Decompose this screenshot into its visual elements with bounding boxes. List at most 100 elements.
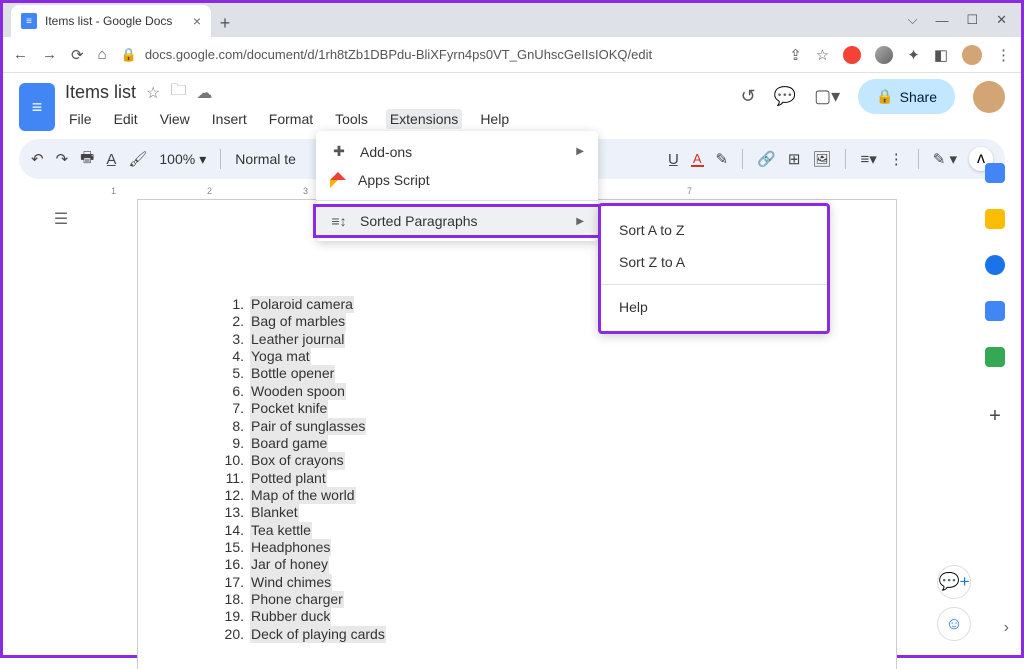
cloud-status-icon[interactable]: ☁	[196, 83, 212, 103]
tasks-addon-icon[interactable]	[985, 255, 1005, 275]
kebab-icon[interactable]: ⋮	[996, 46, 1011, 64]
menu-edit[interactable]: Edit	[110, 109, 142, 129]
menu-help[interactable]: Help	[476, 109, 513, 129]
account-avatar[interactable]	[973, 81, 1005, 113]
more-icon[interactable]: ⋮	[889, 150, 904, 168]
list-item[interactable]: Map of the world	[218, 487, 816, 504]
comments-icon[interactable]: 💬	[774, 86, 796, 107]
menu-view[interactable]: View	[156, 109, 194, 129]
ext-grey-icon[interactable]	[875, 46, 893, 64]
menu-item-sort-help[interactable]: Help	[601, 291, 827, 323]
quick-emoji-icon[interactable]: ☺	[937, 607, 971, 641]
maps-addon-icon[interactable]	[985, 347, 1005, 367]
undo-icon[interactable]: ↶	[31, 150, 44, 168]
reload-icon[interactable]: ⟳	[71, 46, 84, 64]
list-item[interactable]: Jar of honey	[218, 556, 816, 573]
menu-bar: File Edit View Insert Format Tools Exten…	[65, 109, 731, 129]
menu-extensions[interactable]: Extensions	[386, 109, 462, 129]
forward-icon[interactable]: →	[42, 46, 57, 63]
sorted-paragraphs-submenu: Sort A to Z Sort Z to A Help	[598, 203, 830, 334]
history-icon[interactable]: ↺	[741, 86, 756, 107]
docs-logo-icon[interactable]: ≡	[19, 83, 55, 131]
share-url-icon[interactable]: ⇪	[789, 46, 802, 64]
list-item[interactable]: Wind chimes	[218, 574, 816, 591]
menu-tools[interactable]: Tools	[331, 109, 372, 129]
window-chevron-icon[interactable]: ⌵	[908, 12, 918, 28]
browser-tab[interactable]: ≡ Items list - Google Docs ×	[11, 5, 211, 37]
vertical-ruler	[22, 187, 38, 647]
sort-icon: ≡↕	[330, 213, 348, 229]
list-item[interactable]: Pair of sunglasses	[218, 418, 816, 435]
redo-icon[interactable]: ↷	[56, 150, 69, 168]
menu-file[interactable]: File	[65, 109, 96, 129]
list-item[interactable]: Tea kettle	[218, 522, 816, 539]
profile-avatar[interactable]	[962, 45, 982, 65]
list-item[interactable]: Blanket	[218, 504, 816, 521]
sidepanel-icon[interactable]: ◧	[934, 46, 948, 64]
browser-tab-strip: ≡ Items list - Google Docs × + ⌵ — ☐ ✕	[3, 3, 1021, 37]
close-tab-icon[interactable]: ×	[193, 13, 201, 29]
menu-item-apps-script[interactable]: Apps Script	[316, 166, 598, 194]
list-item[interactable]: Board game	[218, 435, 816, 452]
menu-format[interactable]: Format	[265, 109, 317, 129]
extensions-icon[interactable]: ✦	[907, 46, 920, 64]
tab-title: Items list - Google Docs	[45, 14, 172, 28]
zoom-select[interactable]: 100% ▾	[159, 151, 206, 168]
hide-side-panel-icon[interactable]: ›	[1004, 619, 1009, 637]
list-item[interactable]: Wooden spoon	[218, 383, 816, 400]
paint-format-icon[interactable]: 🖌	[128, 150, 147, 168]
menu-insert[interactable]: Insert	[208, 109, 251, 129]
list-item[interactable]: Box of crayons	[218, 452, 816, 469]
maximize-icon[interactable]: ☐	[966, 12, 978, 28]
editing-mode-icon[interactable]: ✎ ▾	[933, 150, 957, 168]
list-item[interactable]: Headphones	[218, 539, 816, 556]
print-icon[interactable]: 🖶	[80, 147, 94, 172]
minimize-icon[interactable]: —	[935, 13, 948, 28]
window-controls: ⌵ — ☐ ✕	[908, 3, 1021, 37]
menu-item-sort-az[interactable]: Sort A to Z	[601, 214, 827, 246]
ext-opera-icon[interactable]	[843, 46, 861, 64]
insert-image-icon[interactable]: 🖼	[812, 150, 831, 168]
list-item[interactable]: Deck of playing cards	[218, 626, 816, 643]
list-item[interactable]: Yoga mat	[218, 348, 816, 365]
text-color-icon[interactable]: A	[691, 152, 704, 167]
underline-icon[interactable]: U̲	[668, 151, 679, 168]
doc-title[interactable]: Items list	[65, 82, 136, 103]
align-icon[interactable]: ≡▾	[860, 150, 876, 168]
contacts-addon-icon[interactable]	[985, 301, 1005, 321]
meet-icon[interactable]: ▢▾	[814, 86, 840, 107]
extensions-dropdown: ✚ Add-ons ▶ Apps Script ≡↕ Sorted Paragr…	[316, 131, 598, 241]
quick-comment-icon[interactable]: 💬+	[937, 565, 971, 599]
spellcheck-icon[interactable]: A̲	[106, 151, 116, 168]
lock-icon: 🔒	[876, 88, 893, 105]
list-item[interactable]: Potted plant	[218, 470, 816, 487]
url-field[interactable]: 🔒 docs.google.com/document/d/1rh8tZb1DBP…	[121, 47, 776, 63]
address-bar: ← → ⟳ ⌂ 🔒 docs.google.com/document/d/1rh…	[3, 37, 1021, 73]
bookmark-icon[interactable]: ☆	[816, 46, 829, 64]
move-icon[interactable]: 🗀	[170, 79, 186, 106]
share-button[interactable]: 🔒 Share	[858, 79, 955, 114]
close-window-icon[interactable]: ✕	[996, 12, 1007, 28]
get-addons-icon[interactable]: +	[989, 405, 1001, 428]
paragraph-style-select[interactable]: Normal te	[235, 151, 296, 167]
menu-item-addons[interactable]: ✚ Add-ons ▶	[316, 137, 598, 166]
home-icon[interactable]: ⌂	[98, 46, 107, 63]
apps-script-icon	[330, 172, 346, 188]
menu-item-sorted-paragraphs[interactable]: ≡↕ Sorted Paragraphs ▶	[313, 204, 601, 238]
calendar-addon-icon[interactable]	[985, 163, 1005, 183]
menu-item-sort-za[interactable]: Sort Z to A	[601, 246, 827, 278]
list-item[interactable]: Pocket knife	[218, 400, 816, 417]
list-item[interactable]: Rubber duck	[218, 608, 816, 625]
list-item[interactable]: Bottle opener	[218, 365, 816, 382]
chevron-right-icon: ▶	[576, 216, 584, 227]
new-tab-button[interactable]: +	[211, 9, 239, 37]
insert-comment-icon[interactable]: ⊞	[788, 150, 801, 168]
document-canvas: ☰ Polaroid cameraBag of marblesLeather j…	[41, 199, 1021, 669]
back-icon[interactable]: ←	[13, 46, 28, 63]
keep-addon-icon[interactable]	[985, 209, 1005, 229]
star-icon[interactable]: ☆	[146, 83, 160, 103]
list-item[interactable]: Phone charger	[218, 591, 816, 608]
document-outline-icon[interactable]: ☰	[47, 205, 75, 233]
insert-link-icon[interactable]: 🔗	[757, 150, 776, 168]
highlight-icon[interactable]: ✎	[716, 150, 729, 168]
